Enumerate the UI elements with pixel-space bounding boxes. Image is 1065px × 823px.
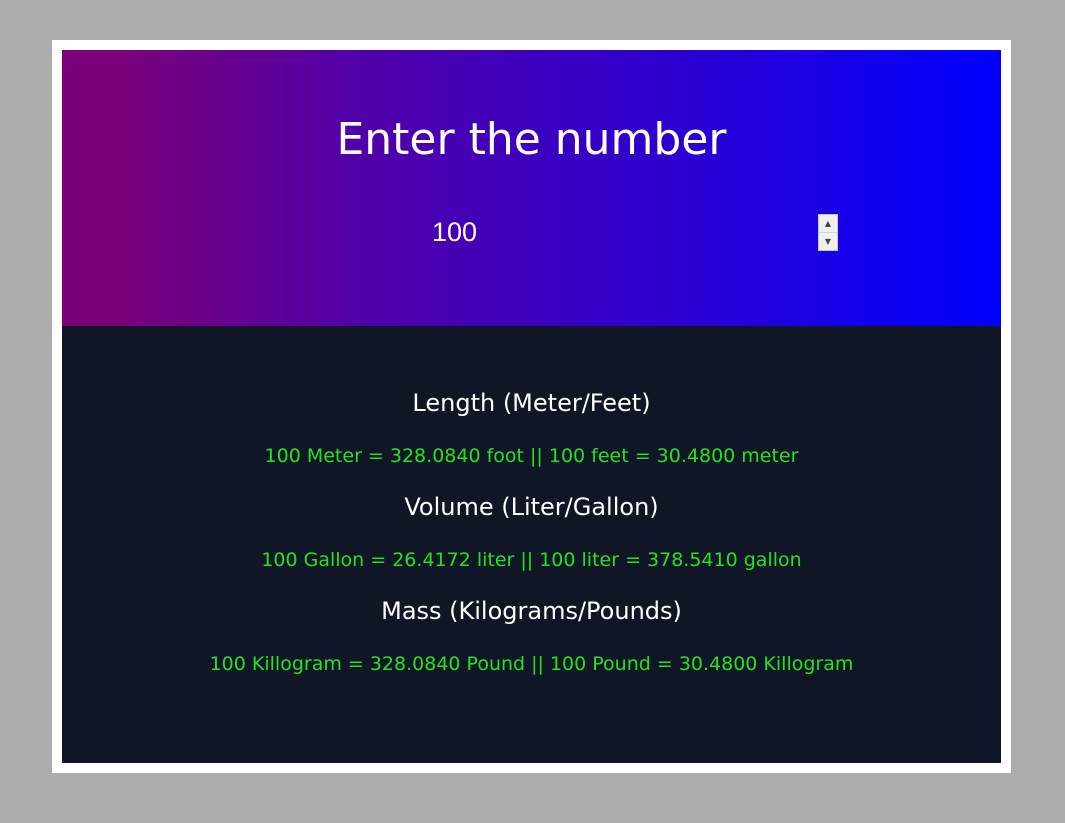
volume-title: Volume (Liter/Gallon): [404, 493, 659, 521]
mass-title: Mass (Kilograms/Pounds): [381, 597, 682, 625]
volume-result: 100 Gallon = 26.4172 liter || 100 liter …: [261, 549, 802, 571]
length-title: Length (Meter/Feet): [412, 389, 651, 417]
page-title: Enter the number: [336, 114, 727, 165]
spin-down-icon[interactable]: ▼: [819, 232, 837, 250]
results-panel: Length (Meter/Feet) 100 Meter = 328.0840…: [62, 326, 1001, 763]
converter-card: Enter the number ▲ ▼ Length (Meter/Feet)…: [62, 50, 1001, 763]
length-result: 100 Meter = 328.0840 foot || 100 feet = …: [264, 445, 799, 467]
card-frame: Enter the number ▲ ▼ Length (Meter/Feet)…: [52, 40, 1011, 773]
number-spinner[interactable]: ▲ ▼: [818, 214, 838, 251]
number-input[interactable]: [424, 210, 840, 254]
spin-up-icon[interactable]: ▲: [819, 215, 837, 232]
mass-result: 100 Killogram = 328.0840 Pound || 100 Po…: [209, 653, 854, 675]
input-header: Enter the number ▲ ▼: [62, 50, 1001, 326]
